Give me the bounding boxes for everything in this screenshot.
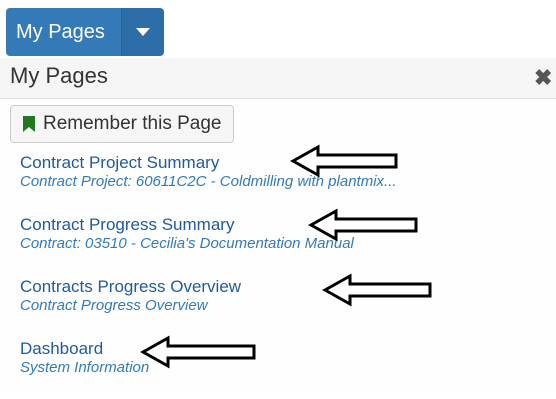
left-arrow-icon bbox=[290, 144, 398, 178]
list-item-dashboard[interactable]: Dashboard System Information bbox=[20, 339, 550, 399]
top-bar: My Pages bbox=[0, 0, 556, 58]
bookmark-icon bbox=[23, 116, 35, 132]
caret-down-button[interactable] bbox=[121, 8, 164, 56]
caret-down-icon bbox=[135, 27, 150, 36]
list-item-title[interactable]: Contract Progress Summary bbox=[20, 215, 234, 235]
list-item-subtitle[interactable]: Contract: 03510 - Cecilia's Documentatio… bbox=[20, 235, 525, 253]
my-pages-menu-button-group[interactable]: My Pages bbox=[6, 8, 164, 56]
panel-title: My Pages bbox=[10, 63, 108, 88]
left-arrow-icon bbox=[308, 208, 418, 242]
my-pages-button-label: My Pages bbox=[16, 21, 105, 43]
list-item-contract-progress-summary[interactable]: Contract Progress Summary Contract: 0351… bbox=[20, 215, 550, 275]
list-item-contract-project-summary[interactable]: Contract Project Summary Contract Projec… bbox=[20, 153, 550, 213]
close-icon[interactable]: ✖ bbox=[534, 65, 552, 91]
list-item-subtitle[interactable]: System Information bbox=[20, 359, 525, 377]
left-arrow-icon bbox=[140, 335, 256, 369]
my-pages-panel: My Pages ✖ Remember this Page Contract P… bbox=[0, 58, 556, 389]
my-pages-button[interactable]: My Pages bbox=[6, 8, 122, 56]
list-item-subtitle[interactable]: Contract Project: 60611C2C - Coldmilling… bbox=[20, 173, 525, 191]
list-item-title[interactable]: Dashboard bbox=[20, 339, 103, 359]
list-item-contracts-progress-overview[interactable]: Contracts Progress Overview Contract Pro… bbox=[20, 277, 550, 337]
list-item-title[interactable]: Contract Project Summary bbox=[20, 153, 219, 173]
left-arrow-icon bbox=[322, 273, 432, 307]
remember-button-label: Remember this Page bbox=[43, 113, 222, 134]
list-item-subtitle[interactable]: Contract Progress Overview bbox=[20, 297, 525, 315]
list-item-title[interactable]: Contracts Progress Overview bbox=[20, 277, 241, 297]
remember-this-page-button[interactable]: Remember this Page bbox=[10, 105, 235, 143]
panel-header: My Pages ✖ bbox=[0, 58, 556, 99]
